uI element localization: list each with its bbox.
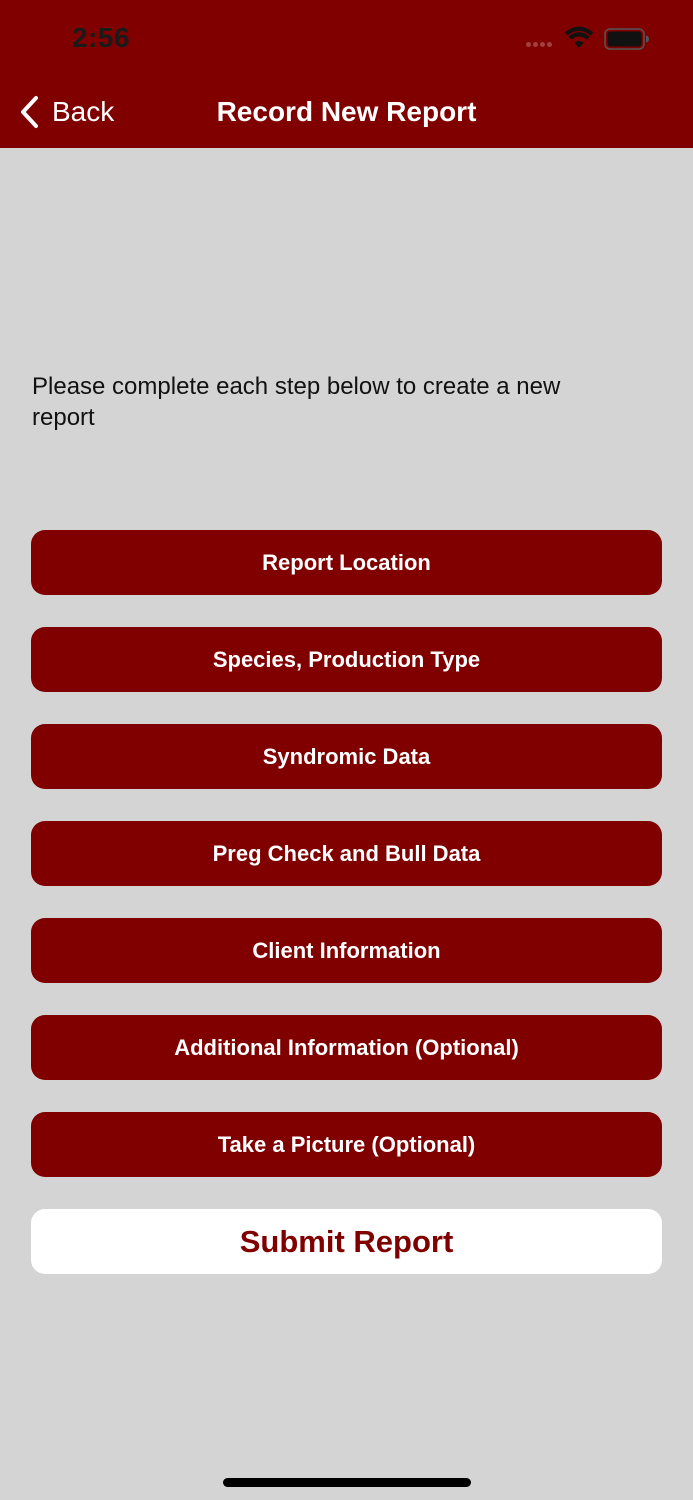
syndromic-data-button[interactable]: Syndromic Data <box>31 724 662 789</box>
preg-check-bull-data-button[interactable]: Preg Check and Bull Data <box>31 821 662 886</box>
client-information-button[interactable]: Client Information <box>31 918 662 983</box>
cellular-signal-icon <box>526 42 560 50</box>
take-picture-button[interactable]: Take a Picture (Optional) <box>31 1112 662 1177</box>
report-location-button[interactable]: Report Location <box>31 530 662 595</box>
status-bar-time: 2:56 <box>72 22 131 53</box>
instructions-text: Please complete each step below to creat… <box>32 373 561 431</box>
submit-report-button[interactable]: Submit Report <box>31 1209 662 1274</box>
back-button-label: Back <box>52 96 115 127</box>
wifi-icon <box>564 26 594 48</box>
home-indicator <box>223 1478 471 1487</box>
battery-icon <box>604 28 649 50</box>
chevron-left-icon <box>21 96 38 128</box>
additional-information-button[interactable]: Additional Information (Optional) <box>31 1015 662 1080</box>
report-steps-list: Report Location Species, Production Type… <box>31 530 662 1274</box>
species-production-type-button[interactable]: Species, Production Type <box>31 627 662 692</box>
back-button[interactable]: Back <box>18 92 114 132</box>
navigation-header: 2:56 Back Record New Report <box>0 0 693 148</box>
